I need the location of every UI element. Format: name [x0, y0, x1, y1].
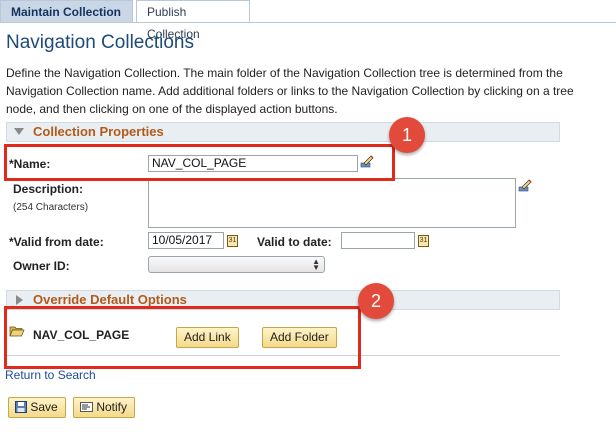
calendar-icon[interactable]: 31: [227, 235, 238, 247]
annotation-badge-1: 1: [389, 117, 425, 153]
tab-publish-collection[interactable]: Publish Collection: [136, 0, 250, 41]
annotation-badge-2: 2: [358, 283, 394, 319]
chevron-down-icon: [14, 128, 24, 135]
highlight-box-tree-actions: [4, 306, 361, 369]
valid-from-date-field[interactable]: 10/05/2017: [148, 232, 224, 249]
highlight-box-name: [4, 144, 395, 181]
owner-id-label: Owner ID:: [13, 259, 70, 273]
return-to-search-link[interactable]: Return to Search: [5, 368, 96, 382]
owner-id-select[interactable]: ▲ ▼: [148, 256, 325, 273]
description-field[interactable]: [148, 178, 516, 228]
notify-label: Notify: [96, 400, 128, 414]
notify-button[interactable]: Notify: [73, 397, 136, 418]
select-arrows-icon: ▲ ▼: [312, 257, 320, 272]
save-label: Save: [30, 400, 58, 414]
tab-divider: [0, 22, 616, 23]
save-icon: [15, 401, 27, 413]
valid-to-date-field[interactable]: [341, 232, 415, 249]
valid-from-label: *Valid from date:: [9, 235, 104, 249]
notify-icon: [80, 402, 93, 412]
calendar-icon[interactable]: 31: [418, 235, 429, 247]
page-title: Navigation Collections: [6, 32, 194, 53]
save-button[interactable]: Save: [8, 397, 66, 418]
page-description: Define the Navigation Collection. The ma…: [6, 66, 574, 116]
collection-properties-header[interactable]: Collection Properties: [6, 122, 560, 142]
tab-maintain-collection[interactable]: Maintain Collection: [0, 0, 133, 22]
chevron-right-icon: [16, 295, 23, 305]
valid-to-label: Valid to date:: [257, 235, 332, 249]
pencil-icon[interactable]: [518, 178, 532, 192]
description-label: Description:: [13, 182, 84, 196]
description-hint: (254 Characters): [13, 202, 89, 213]
override-options-label: Override Default Options: [33, 292, 187, 307]
collection-properties-label: Collection Properties: [33, 124, 164, 139]
